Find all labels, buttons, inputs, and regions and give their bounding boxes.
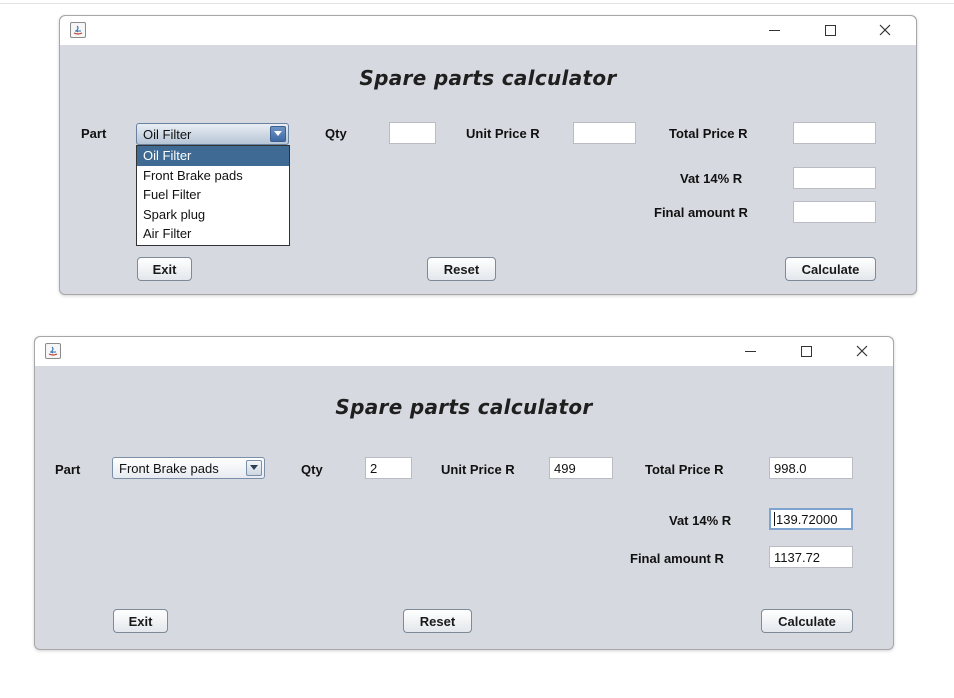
minimize-icon[interactable] bbox=[759, 19, 789, 41]
final-amount-label: Final amount R bbox=[654, 205, 748, 220]
dropdown-option[interactable]: Front Brake pads bbox=[137, 166, 289, 186]
part-dropdown-list: Oil Filter Front Brake pads Fuel Filter … bbox=[136, 145, 290, 246]
final-amount-field[interactable]: 1137.72 bbox=[769, 546, 853, 568]
page-divider bbox=[0, 3, 954, 4]
vat-field[interactable]: 139.72000 bbox=[769, 508, 853, 530]
part-select-value: Front Brake pads bbox=[119, 461, 219, 476]
title-bar[interactable] bbox=[60, 16, 916, 45]
vat-label: Vat 14% R bbox=[680, 171, 743, 186]
qty-label: Qty bbox=[301, 462, 323, 477]
close-icon[interactable] bbox=[847, 340, 877, 362]
part-select[interactable]: Oil Filter bbox=[136, 123, 289, 145]
text-caret bbox=[774, 512, 775, 526]
close-icon[interactable] bbox=[870, 19, 900, 41]
part-select-value: Oil Filter bbox=[143, 127, 192, 142]
unit-price-label: Unit Price R bbox=[441, 462, 515, 477]
app-title: Spare parts calculator bbox=[359, 66, 617, 90]
vat-field-value: 139.72000 bbox=[776, 512, 838, 527]
reset-button[interactable]: Reset bbox=[403, 609, 472, 633]
java-app-icon[interactable] bbox=[70, 22, 86, 38]
dropdown-option[interactable]: Oil Filter bbox=[137, 146, 289, 166]
app-title: Spare parts calculator bbox=[335, 395, 593, 419]
total-price-field[interactable] bbox=[793, 122, 876, 144]
qty-field[interactable]: 2 bbox=[365, 457, 412, 479]
final-amount-field[interactable] bbox=[793, 201, 876, 223]
qty-field[interactable] bbox=[389, 122, 436, 144]
maximize-icon[interactable] bbox=[791, 340, 821, 362]
final-amount-label: Final amount R bbox=[630, 551, 724, 566]
vat-field[interactable] bbox=[793, 167, 876, 189]
vat-label: Vat 14% R bbox=[669, 513, 732, 528]
total-price-field[interactable]: 998.0 bbox=[769, 457, 853, 479]
java-app-icon[interactable] bbox=[45, 343, 61, 359]
spare-parts-window-2: Spare parts calculator Part Front Brake … bbox=[34, 336, 894, 650]
triangle-down-icon[interactable] bbox=[270, 126, 286, 142]
triangle-down-icon[interactable] bbox=[246, 460, 262, 476]
exit-button[interactable]: Exit bbox=[113, 609, 168, 633]
qty-label: Qty bbox=[325, 126, 347, 141]
reset-button[interactable]: Reset bbox=[427, 257, 496, 281]
unit-price-label: Unit Price R bbox=[466, 126, 540, 141]
dropdown-option[interactable]: Air Filter bbox=[137, 224, 289, 244]
part-label: Part bbox=[55, 462, 81, 477]
total-price-label: Total Price R bbox=[669, 126, 748, 141]
calculate-button[interactable]: Calculate bbox=[761, 609, 853, 633]
title-bar[interactable] bbox=[35, 337, 893, 366]
maximize-icon[interactable] bbox=[815, 19, 845, 41]
total-price-label: Total Price R bbox=[645, 462, 724, 477]
spare-parts-window-1: Spare parts calculator Part Oil Filter O… bbox=[59, 15, 917, 295]
unit-price-field[interactable] bbox=[573, 122, 636, 144]
part-select[interactable]: Front Brake pads bbox=[112, 457, 265, 479]
unit-price-field[interactable]: 499 bbox=[549, 457, 613, 479]
dropdown-option[interactable]: Fuel Filter bbox=[137, 185, 289, 205]
minimize-icon[interactable] bbox=[735, 340, 765, 362]
calculate-button[interactable]: Calculate bbox=[785, 257, 876, 281]
exit-button[interactable]: Exit bbox=[137, 257, 192, 281]
dropdown-option[interactable]: Spark plug bbox=[137, 205, 289, 225]
part-label: Part bbox=[81, 126, 107, 141]
